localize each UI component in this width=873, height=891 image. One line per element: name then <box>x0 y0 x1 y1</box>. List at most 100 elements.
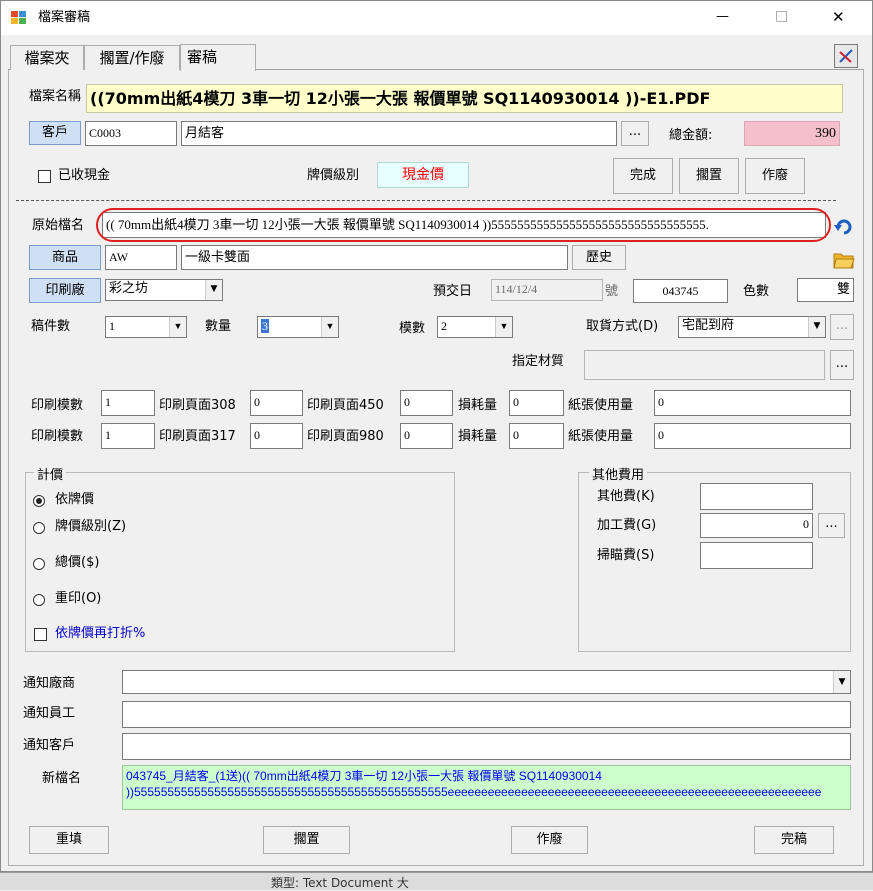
customer-browse-button[interactable]: ... <box>621 121 649 146</box>
print-mold-field[interactable]: 1 <box>101 390 155 416</box>
bottom-hold-button[interactable]: 擱置 <box>263 826 350 854</box>
customer-name-field[interactable]: 月結客 <box>181 121 617 146</box>
mold-count-select[interactable]: 2 ▼ <box>437 316 513 338</box>
chevron-down-icon[interactable]: ▼ <box>495 317 512 337</box>
pricing-option-label: 依牌價 <box>55 492 95 507</box>
pricing-radio-reprint[interactable] <box>33 594 45 606</box>
customer-button[interactable]: 客戶 <box>29 121 81 145</box>
product-name-field[interactable]: 一級卡雙面 <box>181 245 568 270</box>
new-name-label: 新檔名 <box>42 771 82 786</box>
bottom-void-button[interactable]: 作廢 <box>511 826 588 854</box>
print-page-b-field[interactable]: 0 <box>400 423 453 449</box>
notify-staff-field[interactable] <box>122 701 851 728</box>
product-button[interactable]: 商品 <box>29 245 101 270</box>
print-mold-label: 印刷模數 <box>31 429 84 444</box>
tool-button[interactable] <box>834 44 858 68</box>
pickup-method-value: 宅配到府 <box>682 318 735 333</box>
chevron-down-icon[interactable]: ▼ <box>833 671 850 693</box>
close-button[interactable]: ✕ <box>832 9 845 25</box>
print-page-b-label: 印刷頁面450 <box>307 398 384 413</box>
total-amount-label: 總金額: <box>669 128 713 143</box>
new-name-line-1: 043745_月結客_(1送)(( 70mm出紙4模刀 3車一切 12小張一大張… <box>126 769 602 783</box>
maximize-button[interactable]: □ <box>775 8 788 24</box>
number-field[interactable]: 043745 <box>633 279 728 303</box>
print-page-b-field[interactable]: 0 <box>400 390 453 416</box>
folder-open-icon[interactable] <box>833 250 855 270</box>
material-label: 指定材質 <box>512 354 565 369</box>
pickup-method-select[interactable]: 宅配到府 ▼ <box>678 316 826 338</box>
file-name-label: 檔案名稱 <box>29 89 82 104</box>
scan-fee-field[interactable] <box>700 542 813 569</box>
print-page-b-label: 印刷頁面980 <box>307 429 384 444</box>
minimize-button[interactable]: — <box>716 9 729 25</box>
loss-field[interactable]: 0 <box>509 423 564 449</box>
pricing-option-label: 重印(O) <box>55 591 102 606</box>
chevron-down-icon[interactable]: ▼ <box>205 280 222 300</box>
color-count-field[interactable]: 雙 <box>797 278 854 302</box>
product-code-field[interactable]: AW <box>105 245 177 270</box>
new-name-field[interactable]: 043745_月結客_(1送)(( 70mm出紙4模刀 3車一切 12小張一大張… <box>122 765 851 810</box>
price-level-label: 牌價級別 <box>307 168 360 183</box>
customer-code-field[interactable]: C0003 <box>85 121 177 146</box>
print-page-a-field[interactable]: 0 <box>250 390 303 416</box>
refresh-icon[interactable] <box>832 216 854 238</box>
pricing-option-label: 總價($) <box>55 555 100 570</box>
cash-received-checkbox[interactable] <box>38 170 51 183</box>
discount-checkbox[interactable] <box>34 628 47 641</box>
paper-usage-label: 紙張使用量 <box>568 398 634 413</box>
process-fee-label: 加工費(G) <box>597 518 657 533</box>
draft-count-select[interactable]: 1 ▼ <box>105 316 187 338</box>
tab-review[interactable]: 審稿 <box>180 44 256 71</box>
chevron-down-icon[interactable]: ▼ <box>321 317 338 337</box>
paper-usage-field[interactable]: 0 <box>654 423 851 449</box>
print-page-a-field[interactable]: 0 <box>250 423 303 449</box>
window-title: 檔案審稿 <box>38 10 91 25</box>
history-button[interactable]: 歷史 <box>572 245 626 270</box>
chevron-down-icon[interactable]: ▼ <box>808 317 825 337</box>
process-fee-browse-button[interactable]: ... <box>818 513 845 538</box>
material-field[interactable] <box>584 350 825 380</box>
other-fee-field[interactable] <box>700 483 813 510</box>
scan-fee-label: 掃瞄費(S) <box>597 548 655 563</box>
tab-hold-void[interactable]: 擱置/作廢 <box>84 45 180 70</box>
quantity-select[interactable]: 3 ▼ <box>257 316 339 338</box>
quantity-value: 3 <box>261 319 269 333</box>
pricing-radio-list-price[interactable] <box>33 495 45 507</box>
pickup-browse-button[interactable]: ... <box>830 314 854 340</box>
mold-count-value: 2 <box>441 319 447 333</box>
section-divider <box>16 200 836 201</box>
price-level-field: 現金價 <box>377 162 469 188</box>
loss-label: 損耗量 <box>458 429 498 444</box>
pricing-radio-total[interactable] <box>33 558 45 570</box>
refill-button[interactable]: 重填 <box>29 826 109 854</box>
title-bar <box>1 1 872 35</box>
print-mold-label: 印刷模數 <box>31 398 84 413</box>
tab-folder[interactable]: 檔案夾 <box>10 45 84 70</box>
notify-customer-field[interactable] <box>122 733 851 760</box>
other-fee-label: 其他費(K) <box>597 489 655 504</box>
background-toolbar-text: 類型: Text Document 大 <box>271 876 409 890</box>
notify-staff-label: 通知員工 <box>23 706 76 721</box>
new-name-line-2: ))55555555555555555555555555555555555555… <box>126 785 822 799</box>
print-page-a-label: 印刷頁面308 <box>159 398 236 413</box>
material-browse-button[interactable]: ... <box>830 350 854 380</box>
void-button[interactable]: 作廢 <box>745 158 805 194</box>
hold-button[interactable]: 擱置 <box>679 158 739 194</box>
notify-vendor-select[interactable]: ▼ <box>122 670 851 694</box>
paper-usage-field[interactable]: 0 <box>654 390 851 416</box>
due-date-field[interactable]: 114/12/4 <box>491 279 603 301</box>
pickup-method-label: 取貨方式(D) <box>586 319 659 334</box>
file-name-field[interactable]: ((70mm出紙4模刀 3車一切 12小張一大張 報價單號 SQ11409300… <box>86 84 843 113</box>
printer-button[interactable]: 印刷廠 <box>29 278 101 303</box>
pricing-radio-price-level[interactable] <box>33 522 45 534</box>
chevron-down-icon[interactable]: ▼ <box>169 317 186 337</box>
process-fee-field[interactable]: 0 <box>700 513 813 538</box>
number-label: 號 <box>605 284 619 299</box>
pricing-option-label: 牌價級別(Z) <box>55 519 127 534</box>
print-mold-field[interactable]: 1 <box>101 423 155 449</box>
finalize-button[interactable]: 完稿 <box>754 826 834 854</box>
color-count-label: 色數 <box>743 284 770 299</box>
complete-button[interactable]: 完成 <box>613 158 673 194</box>
loss-field[interactable]: 0 <box>509 390 564 416</box>
printer-select[interactable]: 彩之坊 ▼ <box>105 279 223 301</box>
